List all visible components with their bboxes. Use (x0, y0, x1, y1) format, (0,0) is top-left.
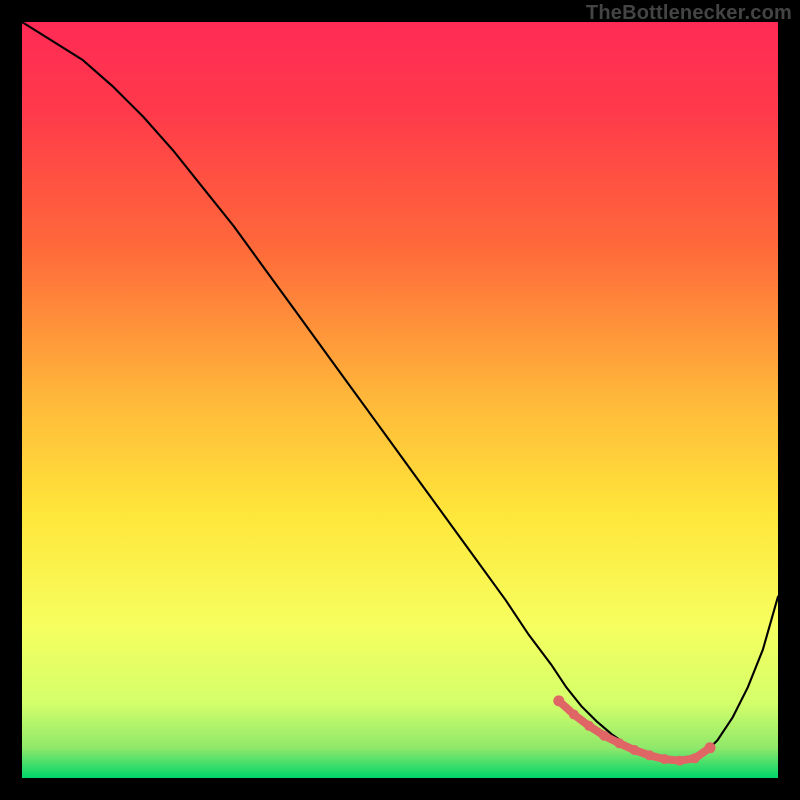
optimal-dot (675, 756, 685, 766)
optimal-dot (705, 742, 716, 753)
optimal-dot (599, 731, 609, 741)
attribution-label: TheBottlenecker.com (586, 2, 792, 25)
chart-frame: TheBottlenecker.com (0, 0, 800, 800)
optimal-dot (553, 695, 564, 706)
bottleneck-chart (22, 22, 778, 778)
optimal-dot (584, 721, 594, 731)
optimal-dot (614, 738, 624, 748)
plot-area (22, 22, 778, 778)
optimal-dot (645, 750, 655, 760)
optimal-dot (660, 754, 670, 764)
optimal-dot (569, 710, 579, 720)
optimal-dot (690, 753, 700, 763)
optimal-dot (629, 745, 639, 755)
gradient-background (22, 22, 778, 778)
